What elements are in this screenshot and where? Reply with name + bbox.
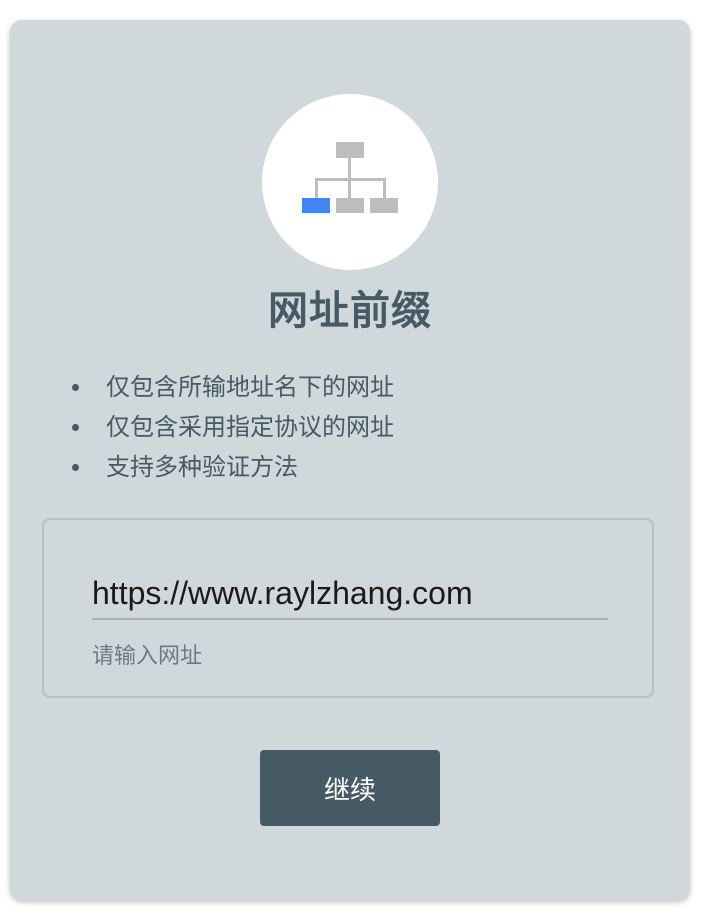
feature-list: 仅包含所输地址名下的网址 仅包含采用指定协议的网址 支持多种验证方法 (68, 367, 394, 487)
feature-item: 仅包含所输地址名下的网址 (68, 367, 394, 407)
feature-text: 支持多种验证方法 (106, 453, 298, 481)
bullet-icon (72, 464, 79, 471)
feature-item: 仅包含采用指定协议的网址 (68, 407, 394, 447)
url-input[interactable] (92, 568, 608, 620)
feature-text: 仅包含所输地址名下的网址 (106, 373, 394, 401)
bullet-icon (72, 384, 79, 391)
logo-circle (262, 94, 438, 270)
property-type-card: 网址前缀 仅包含所输地址名下的网址 仅包含采用指定协议的网址 支持多种验证方法 … (10, 20, 690, 900)
bullet-icon (72, 424, 79, 431)
url-helper-text: 请输入网址 (92, 644, 203, 669)
feature-item: 支持多种验证方法 (68, 447, 394, 487)
feature-text: 仅包含采用指定协议的网址 (106, 413, 394, 441)
card-title: 网址前缀 (268, 288, 432, 334)
sitemap-icon (302, 142, 398, 213)
url-input-container: 请输入网址 (42, 518, 654, 698)
continue-button[interactable]: 继续 (260, 750, 440, 826)
